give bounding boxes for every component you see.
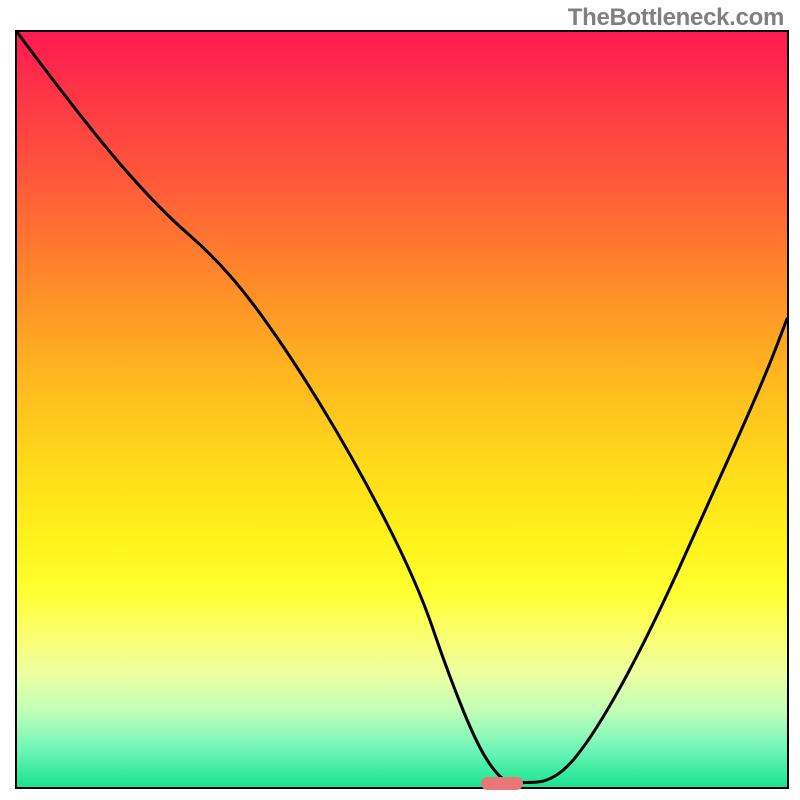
watermark-label: TheBottleneck.com [568,4,784,32]
bottleneck-chart: TheBottleneck.com [0,0,800,800]
optimal-marker [481,777,523,790]
curve-layer [17,32,787,787]
bottleneck-curve [17,32,787,783]
plot-area [15,30,789,789]
